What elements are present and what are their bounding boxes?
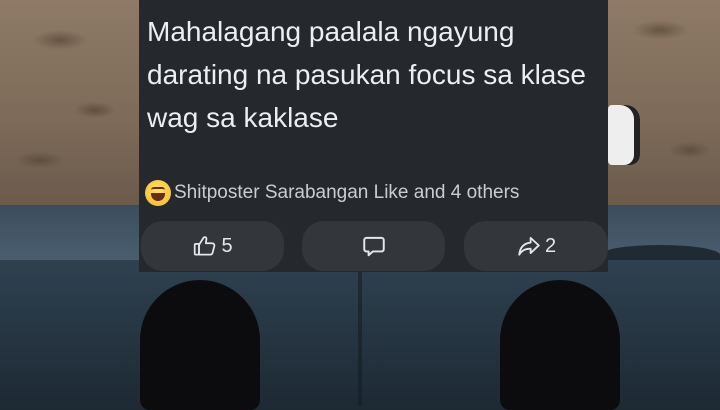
post-card: Mahalagang paalala ngayung darating na p… <box>139 0 608 272</box>
haha-reaction-icon <box>145 180 171 206</box>
reactions-summary[interactable]: Shitposter Sarabangan Like and 4 others <box>145 179 519 207</box>
post-text: Mahalagang paalala ngayung darating na p… <box>147 16 586 133</box>
like-button[interactable]: 5 <box>141 221 284 271</box>
person-silhouette-right <box>500 280 620 410</box>
share-button[interactable]: 2 <box>464 221 608 271</box>
share-count: 2 <box>544 234 557 257</box>
comment-button[interactable] <box>302 221 445 271</box>
share-arrow-icon <box>516 233 542 259</box>
comment-bubble-icon <box>361 233 387 259</box>
thumbs-up-icon <box>192 233 218 259</box>
person-silhouette-left <box>140 280 260 410</box>
sneaker-image <box>608 105 640 165</box>
post-actions-bar: 5 2 <box>141 221 608 271</box>
like-count: 5 <box>221 234 233 257</box>
reaction-summary-text: Shitposter Sarabangan Like and 4 others <box>174 182 520 203</box>
